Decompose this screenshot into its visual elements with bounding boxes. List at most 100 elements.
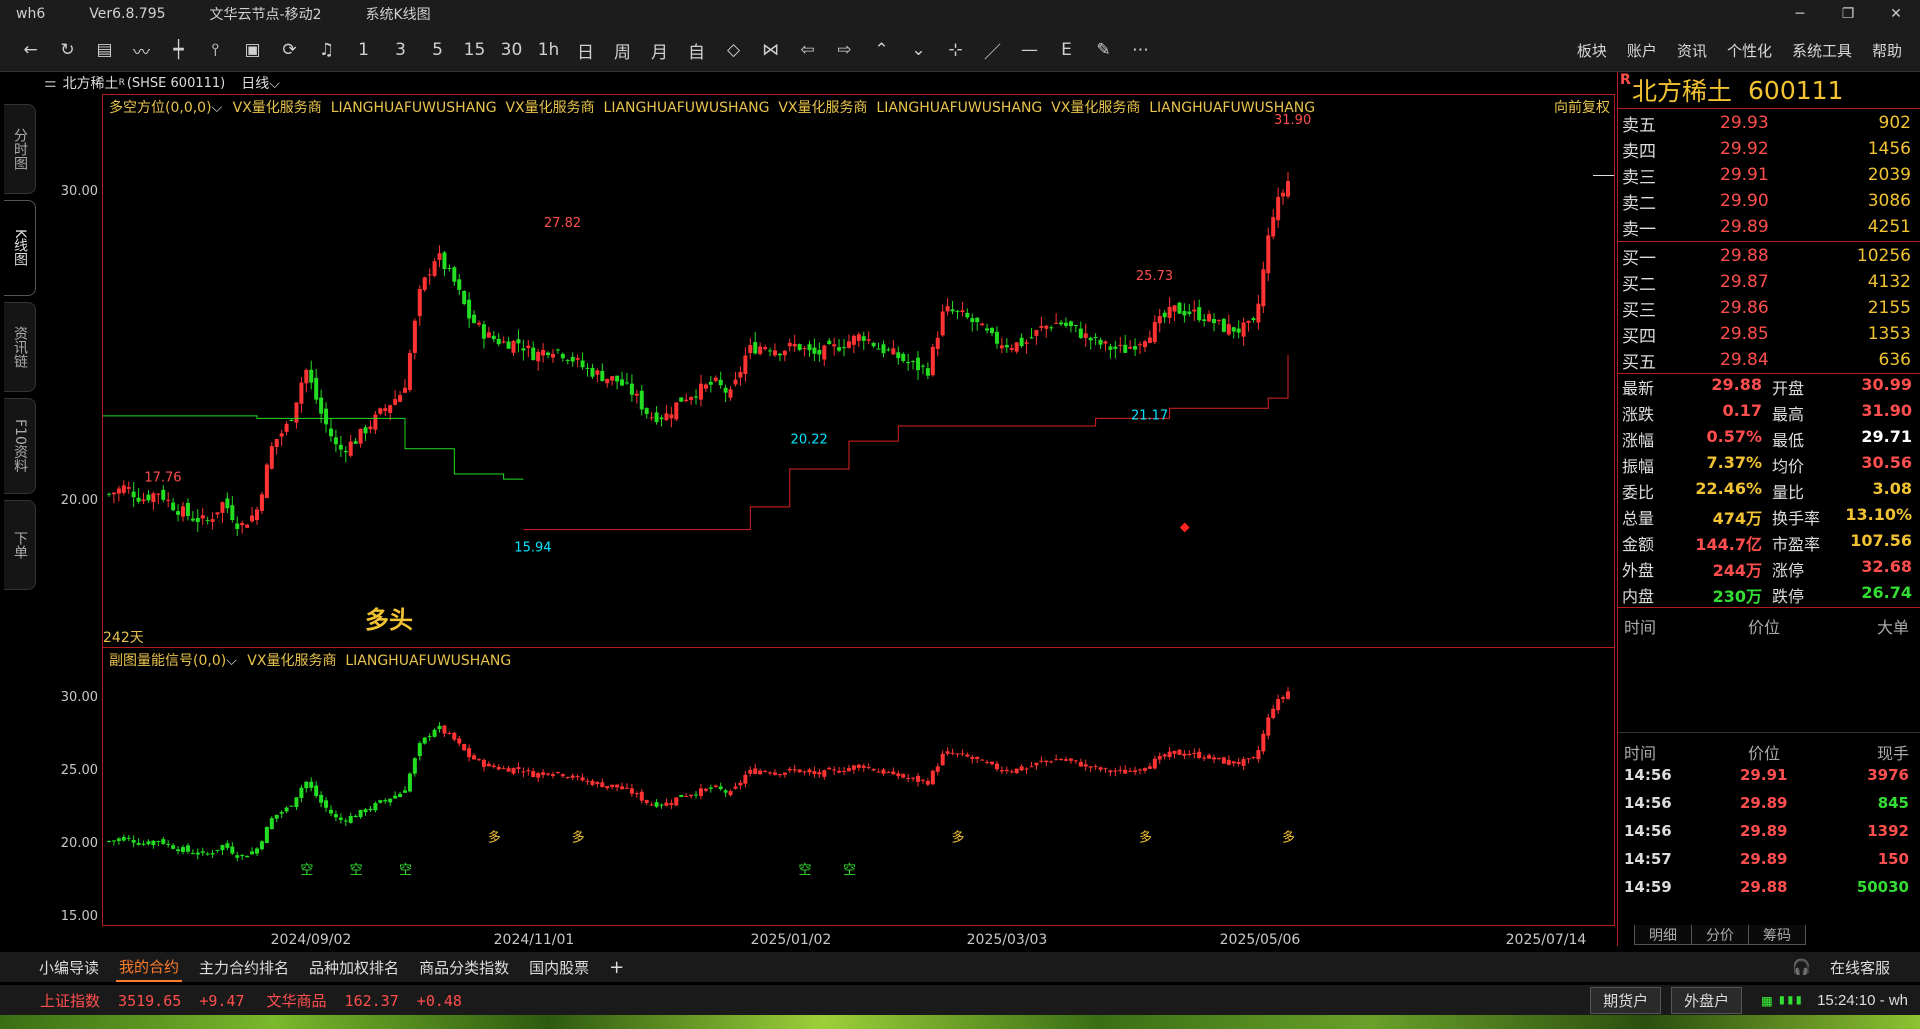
screen-icon[interactable]: ▣ bbox=[234, 35, 271, 65]
minimize-icon[interactable]: ─ bbox=[1776, 0, 1824, 28]
hline-icon[interactable]: — bbox=[1011, 35, 1048, 65]
restore-icon[interactable]: ❐ bbox=[1824, 0, 1872, 28]
period-5m[interactable]: 5 bbox=[419, 35, 456, 65]
up-icon[interactable]: ⌃ bbox=[863, 35, 900, 65]
fib-icon[interactable]: Ε bbox=[1048, 35, 1085, 65]
menu-item[interactable]: 帮助 bbox=[1872, 40, 1902, 61]
back-icon[interactable]: ← bbox=[12, 35, 49, 65]
sidetab-order[interactable]: 下单 bbox=[4, 500, 36, 590]
left-arrow-icon[interactable]: ⇦ bbox=[789, 35, 826, 65]
sub-candle-body bbox=[476, 759, 481, 761]
eraser-icon[interactable]: ✎ bbox=[1085, 35, 1122, 65]
orderbook-row[interactable]: 卖五 29.93 902 bbox=[1618, 110, 1920, 136]
sub-candle-body bbox=[911, 777, 916, 779]
candle-body bbox=[694, 396, 699, 398]
futures-account-button[interactable]: 期货户 bbox=[1590, 986, 1662, 1014]
period-week[interactable]: 周 bbox=[604, 35, 641, 65]
index-sh[interactable]: 上证指数 3519.65 +9.47 bbox=[40, 990, 245, 1011]
crosshair-icon[interactable]: ⊹ bbox=[937, 35, 974, 65]
period-15m[interactable]: 15 bbox=[456, 35, 493, 65]
candle-body bbox=[111, 492, 116, 495]
bell-icon[interactable]: ♫ bbox=[308, 35, 345, 65]
sub-volume-chart[interactable]: 空 空 空 多 多空 空 多 多 多 副图量能信号(0,0)⌵ VX量化服务商 LIANGHUA… bbox=[102, 648, 1615, 926]
period-1m[interactable]: 1 bbox=[345, 35, 382, 65]
table-icon[interactable]: ▤ bbox=[86, 35, 123, 65]
orderbook-row[interactable]: 卖一 29.89 4251 bbox=[1618, 214, 1920, 240]
main-indicator-title[interactable]: 多空方位(0,0,0)⌵ VX量化服务商 LIANGHUAFUWUSHANG V… bbox=[109, 97, 1315, 117]
bottom-tab[interactable]: 国内股票 bbox=[526, 954, 592, 981]
sub-candle-body bbox=[718, 786, 723, 790]
tab-price[interactable]: 分价 bbox=[1691, 925, 1749, 945]
foreign-account-button[interactable]: 外盘户 bbox=[1671, 986, 1743, 1014]
menu-icon[interactable]: ⚌ bbox=[44, 75, 57, 91]
expand-h-icon[interactable]: ◇ bbox=[715, 35, 752, 65]
bottom-tab[interactable]: 商品分类指数 bbox=[416, 954, 512, 981]
sidetab-news[interactable]: 资讯链 bbox=[4, 302, 36, 392]
bottom-tab[interactable]: 小编导读 bbox=[36, 954, 102, 981]
bottom-tab[interactable]: 品种加权排名 bbox=[306, 954, 402, 981]
menu-item[interactable]: 板块 bbox=[1577, 40, 1607, 61]
tick-row[interactable]: 14:56 29.91 3976 bbox=[1618, 766, 1920, 794]
server-node[interactable]: 文华云节点-移动2 bbox=[210, 4, 322, 24]
sub-candle-body bbox=[111, 840, 116, 842]
tab-chips[interactable]: 筹码 bbox=[1748, 925, 1806, 945]
tick-row[interactable]: 14:56 29.89 1392 bbox=[1618, 822, 1920, 850]
sub-candle-body bbox=[462, 744, 467, 751]
menu-item[interactable]: 个性化 bbox=[1727, 40, 1772, 61]
flash-icon[interactable]: ⟳ bbox=[271, 35, 308, 65]
period-select[interactable]: 日线⌵ bbox=[241, 73, 280, 93]
refresh-icon[interactable]: ↻ bbox=[49, 35, 86, 65]
tick-row[interactable]: 14:57 29.89 150 bbox=[1618, 850, 1920, 878]
sub-candle-body bbox=[689, 794, 694, 797]
candle-body bbox=[200, 515, 205, 519]
sidetab-fenshi[interactable]: 分时图 bbox=[4, 104, 36, 194]
right-arrow-icon[interactable]: ⇨ bbox=[826, 35, 863, 65]
orderbook-row[interactable]: 买一 29.88 10256 bbox=[1618, 243, 1920, 269]
candle-body bbox=[1182, 310, 1187, 316]
period-30m[interactable]: 30 bbox=[493, 35, 530, 65]
orderbook-row[interactable]: 买二 29.87 4132 bbox=[1618, 269, 1920, 295]
sub-candle-body bbox=[107, 841, 111, 843]
close-icon[interactable]: ✕ bbox=[1872, 0, 1920, 28]
orderbook-row[interactable]: 买五 29.84 636 bbox=[1618, 347, 1920, 373]
period-custom[interactable]: 自 bbox=[678, 35, 715, 65]
index-wh[interactable]: 文华商品 162.37 +0.48 bbox=[267, 990, 462, 1011]
sub-candle-body bbox=[565, 777, 570, 779]
online-service-button[interactable]: 🎧 在线客服 bbox=[1782, 952, 1900, 982]
candle-icon[interactable]: ⫯ bbox=[197, 35, 234, 65]
orderbook-row[interactable]: 卖四 29.92 1456 bbox=[1618, 136, 1920, 162]
period-day[interactable]: 日 bbox=[567, 35, 604, 65]
sub-candle-body bbox=[550, 774, 555, 776]
symbol-name: 北方稀土 bbox=[62, 76, 119, 92]
shrink-h-icon[interactable]: ⋈ bbox=[752, 35, 789, 65]
candle-body bbox=[832, 344, 837, 347]
kline-icon[interactable]: ┿ bbox=[160, 35, 197, 65]
candle-body bbox=[1231, 327, 1236, 332]
period-month[interactable]: 月 bbox=[641, 35, 678, 65]
orderbook-row[interactable]: 买四 29.85 1353 bbox=[1618, 321, 1920, 347]
desktop-wallpaper bbox=[0, 1015, 1920, 1029]
ray-icon[interactable]: ／ bbox=[974, 35, 1011, 65]
line-chart-icon[interactable]: 〰 bbox=[123, 35, 160, 65]
adjust-label[interactable]: 向前复权 bbox=[1554, 97, 1610, 117]
orderbook-row[interactable]: 卖二 29.90 3086 bbox=[1618, 188, 1920, 214]
period-3m[interactable]: 3 bbox=[382, 35, 419, 65]
orderbook-row[interactable]: 卖三 29.91 2039 bbox=[1618, 162, 1920, 188]
menu-item[interactable]: 资讯 bbox=[1677, 40, 1707, 61]
sidetab-f10[interactable]: F10资料 bbox=[4, 398, 36, 494]
main-kline-chart[interactable]: 17.76 15.94 27.82 20.22 25.73 21.17 31.90 多空方位… bbox=[102, 94, 1615, 648]
period-1h[interactable]: 1h bbox=[530, 35, 567, 65]
menu-item[interactable]: 系统工具 bbox=[1792, 40, 1852, 61]
tick-row[interactable]: 14:59 29.88 50030 bbox=[1618, 878, 1920, 906]
tick-row[interactable]: 14:56 29.89 845 bbox=[1618, 794, 1920, 822]
down-icon[interactable]: ⌄ bbox=[900, 35, 937, 65]
menu-item[interactable]: 账户 bbox=[1627, 40, 1657, 61]
more-icon[interactable]: ⋯ bbox=[1122, 35, 1159, 65]
orderbook-row[interactable]: 买三 29.86 2155 bbox=[1618, 295, 1920, 321]
bottom-tab-active[interactable]: 我的合约 bbox=[116, 953, 183, 982]
add-tab-button[interactable]: + bbox=[606, 954, 627, 981]
sidetab-kline[interactable]: K线图 bbox=[4, 200, 36, 296]
bottom-tab[interactable]: 主力合约排名 bbox=[196, 954, 292, 981]
sub-indicator-title[interactable]: 副图量能信号(0,0)⌵ VX量化服务商 LIANGHUAFUWUSHANG bbox=[109, 650, 511, 670]
tab-detail[interactable]: 明细 bbox=[1634, 925, 1692, 945]
